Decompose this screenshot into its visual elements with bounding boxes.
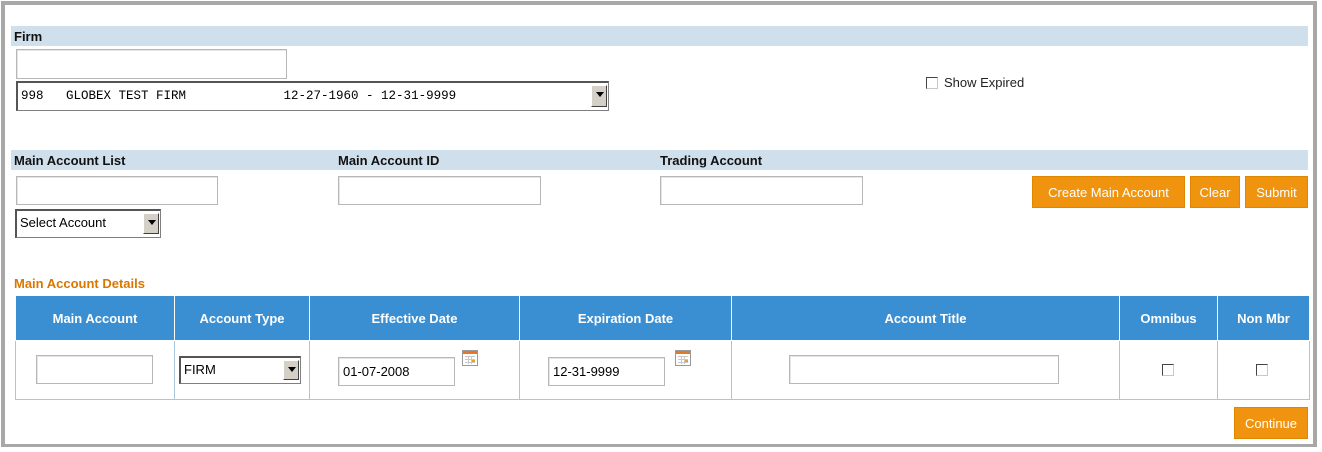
column-header-omnibus: Omnibus [1119, 296, 1218, 341]
main-account-details-table: Main Account Account Type Effective Date… [15, 296, 1310, 400]
main-account-details-title: Main Account Details [14, 276, 145, 291]
expiration-date-input[interactable] [548, 357, 665, 386]
select-account-value: Select Account [20, 215, 106, 230]
effective-date-input[interactable] [338, 357, 455, 386]
column-header-non-mbr: Non Mbr [1217, 296, 1310, 341]
account-type-select[interactable]: FIRM [179, 356, 301, 384]
main-account-id-input[interactable] [338, 176, 541, 205]
cell-main-account [15, 340, 175, 400]
non-mbr-checkbox[interactable] [1256, 364, 1268, 376]
chevron-down-icon[interactable] [591, 85, 607, 107]
main-account-list-input[interactable] [16, 176, 218, 205]
cell-account-title [731, 340, 1120, 400]
cell-effective-date [309, 340, 520, 400]
calendar-icon[interactable] [462, 350, 478, 366]
main-account-input[interactable] [36, 355, 153, 384]
select-account-dropdown[interactable]: Select Account [15, 209, 161, 238]
cell-account-type: FIRM [174, 340, 310, 400]
firm-select-value: 998 GLOBEX TEST FIRM 12-27-1960 - 12-31-… [21, 89, 457, 103]
table-row: FIRM [15, 340, 1310, 400]
cell-omnibus [1119, 340, 1218, 400]
cell-expiration-date [519, 340, 732, 400]
submit-button[interactable]: Submit [1245, 176, 1308, 208]
chevron-down-icon[interactable] [283, 360, 299, 380]
cell-non-mbr [1217, 340, 1310, 400]
trading-account-input[interactable] [660, 176, 863, 205]
create-main-account-button[interactable]: Create Main Account [1032, 176, 1185, 208]
omnibus-checkbox[interactable] [1162, 364, 1174, 376]
show-expired-label: Show Expired [944, 75, 1025, 90]
show-expired-checkbox[interactable] [926, 77, 938, 89]
chevron-down-icon[interactable] [143, 213, 159, 234]
firm-select[interactable]: 998 GLOBEX TEST FIRM 12-27-1960 - 12-31-… [16, 81, 609, 111]
column-header-account-title: Account Title [731, 296, 1120, 341]
column-header-main-account: Main Account [15, 296, 175, 341]
calendar-icon[interactable] [675, 350, 691, 366]
trading-account-label: Trading Account [660, 153, 763, 168]
table-header-row: Main Account Account Type Effective Date… [15, 296, 1310, 341]
firm-search-input[interactable] [16, 49, 287, 79]
account-title-input[interactable] [789, 355, 1059, 384]
account-type-value: FIRM [184, 362, 216, 377]
firm-header-band [11, 26, 1308, 46]
main-account-list-label: Main Account List [14, 153, 126, 168]
column-header-account-type: Account Type [174, 296, 310, 341]
main-account-id-label: Main Account ID [338, 153, 440, 168]
column-header-expiration-date: Expiration Date [519, 296, 732, 341]
column-header-effective-date: Effective Date [309, 296, 520, 341]
firm-label: Firm [14, 29, 43, 44]
clear-button[interactable]: Clear [1190, 176, 1240, 208]
continue-button[interactable]: Continue [1234, 407, 1308, 439]
